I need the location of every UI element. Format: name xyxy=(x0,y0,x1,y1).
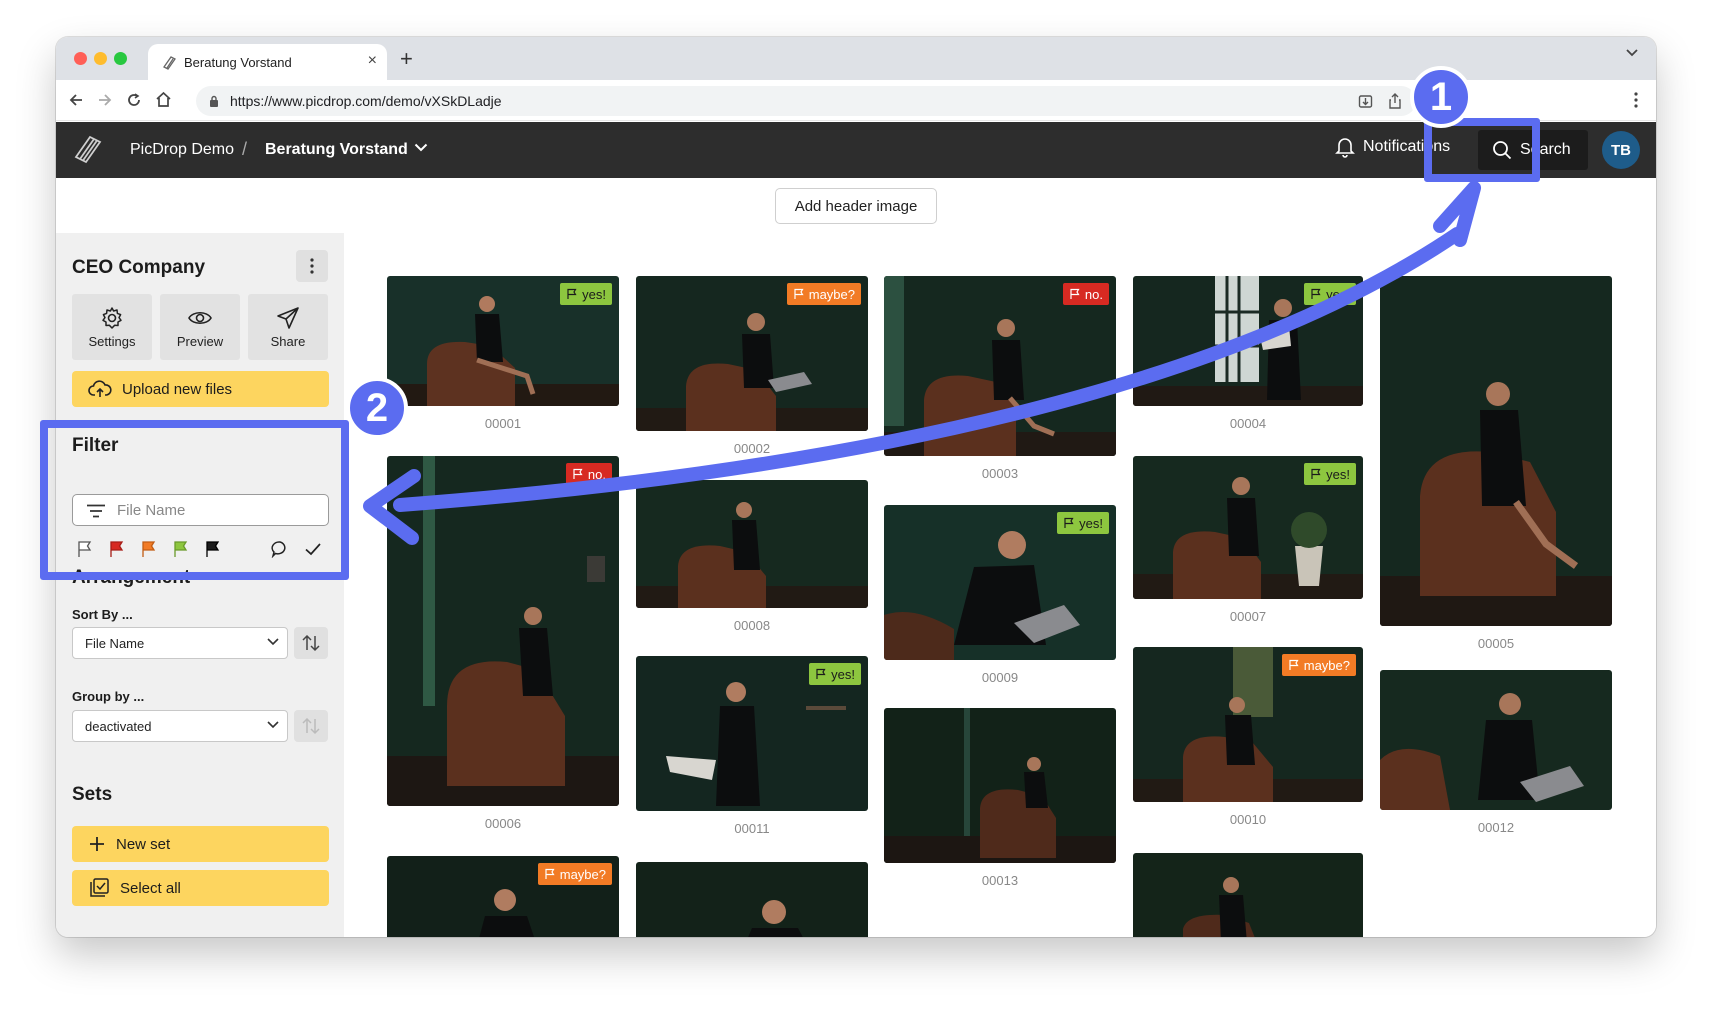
step-1-callout: 1 xyxy=(1410,66,1472,128)
annotation-arrow xyxy=(363,181,1481,545)
step-2-callout: 2 xyxy=(346,377,408,439)
